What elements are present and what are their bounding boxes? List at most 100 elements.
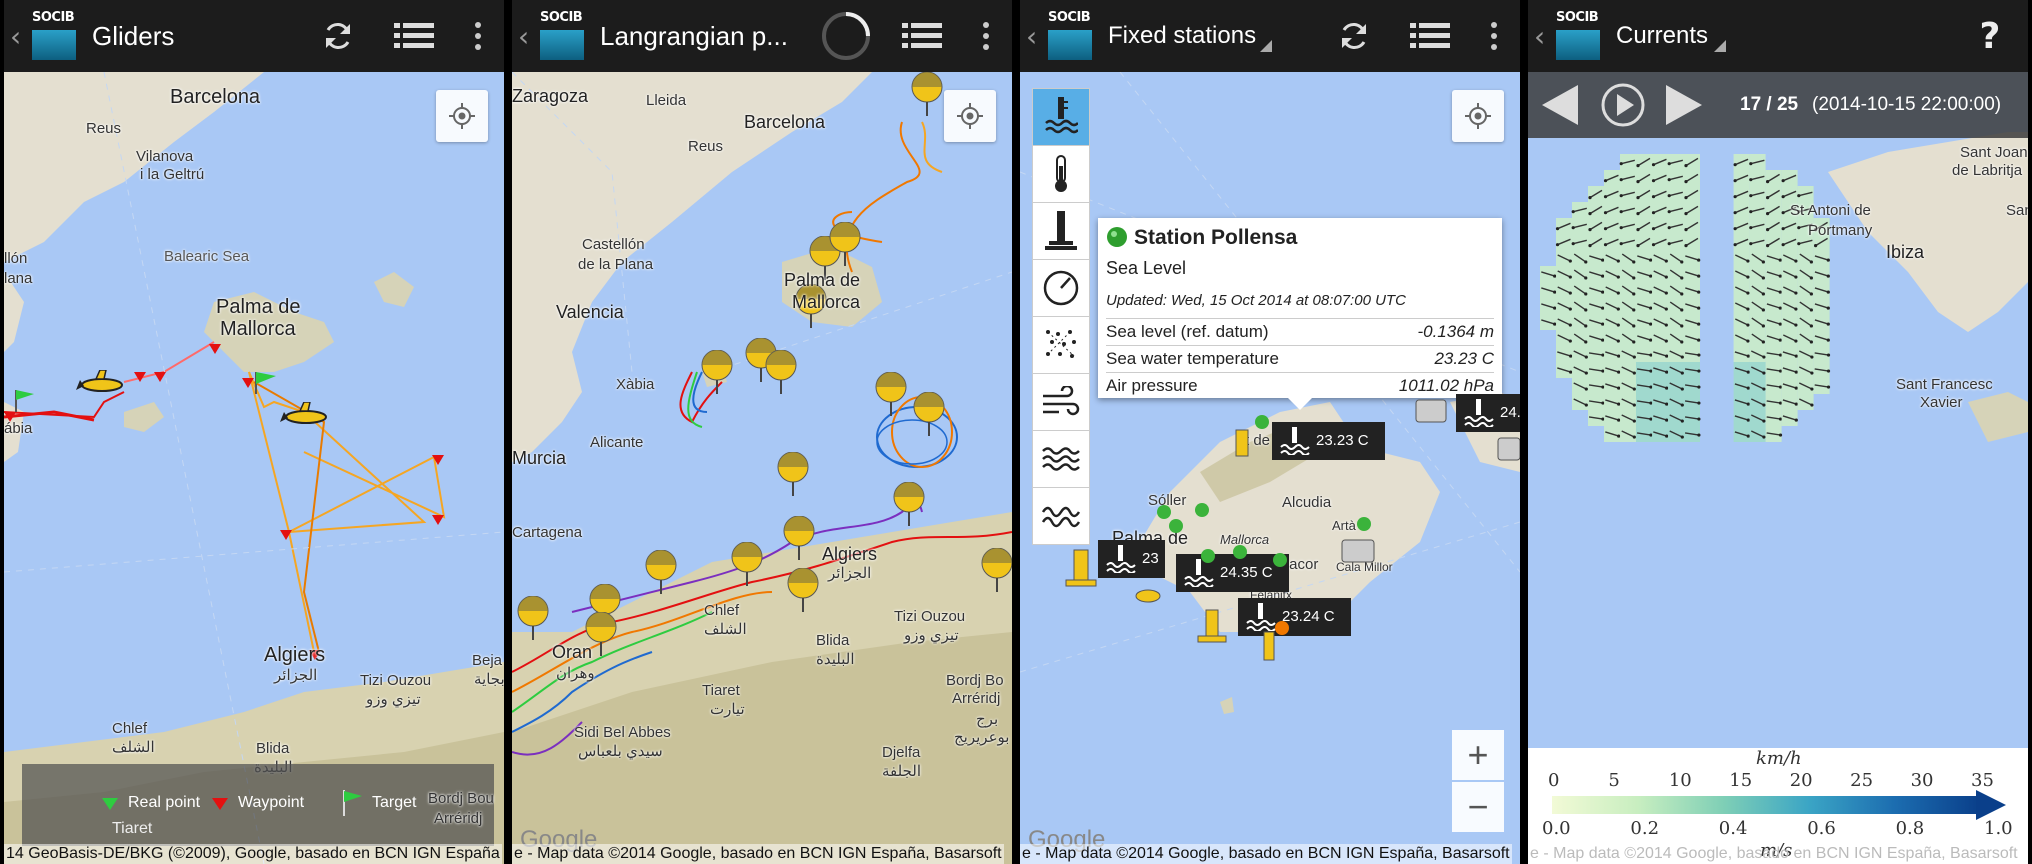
current-arrow-head xyxy=(1809,260,1813,264)
city-label: St Antoni de xyxy=(1790,202,1871,219)
drifter-marker[interactable] xyxy=(700,349,734,399)
drifter-marker[interactable] xyxy=(730,541,764,591)
screen-title[interactable]: Fixed stations xyxy=(1108,22,1256,50)
temperature-label[interactable]: 24. xyxy=(1456,394,1520,432)
drifter-marker[interactable] xyxy=(912,391,946,441)
current-arrow-head xyxy=(1601,306,1605,310)
current-arrow-head xyxy=(1664,291,1668,295)
socib-logo[interactable]: SOCIB xyxy=(538,8,590,64)
refresh-icon[interactable] xyxy=(1316,0,1392,72)
drifter-marker[interactable] xyxy=(786,567,820,617)
colorbar-tick-ms: 0.8 xyxy=(1895,818,1925,839)
drifter-marker[interactable] xyxy=(764,349,798,399)
help-icon[interactable]: ? xyxy=(1952,0,2028,72)
list-icon[interactable] xyxy=(884,0,960,72)
back-chevron-icon[interactable]: ‹ xyxy=(1026,20,1042,53)
previous-frame-icon[interactable] xyxy=(1542,85,1578,125)
map-view[interactable]: Station Pollensa Sea Level Updated: Wed,… xyxy=(1020,72,1520,864)
sea-state-layer-button[interactable] xyxy=(1033,488,1089,544)
drifter-marker[interactable] xyxy=(874,371,908,421)
current-arrow-head xyxy=(1588,196,1592,200)
glider-marker[interactable] xyxy=(280,401,332,437)
pressure-layer-button[interactable] xyxy=(1033,260,1089,317)
zoom-in-button[interactable]: + xyxy=(1452,730,1504,780)
map-view[interactable]: Sant Joan de Labritja St Antoni de Portm… xyxy=(1528,72,2028,864)
current-arrow-head xyxy=(1762,419,1766,423)
map-view[interactable]: Barcelona Reus Vilanova i la Geltrú Bale… xyxy=(4,72,504,864)
current-arrow-head xyxy=(1749,210,1753,214)
grid-layer-button[interactable] xyxy=(1033,317,1089,374)
current-arrow-head xyxy=(1616,291,1620,295)
zoom-out-button[interactable]: − xyxy=(1452,782,1504,832)
temperature-label[interactable]: 23.23 C xyxy=(1272,422,1385,460)
colorbar-tick-kmh: 35 xyxy=(1971,770,1994,791)
temperature-layer-button[interactable] xyxy=(1033,146,1089,203)
socib-logo[interactable]: SOCIB xyxy=(1554,8,1606,64)
city-label: Lleida xyxy=(646,92,687,109)
current-arrow-head xyxy=(1766,196,1770,200)
city-label: Tiaret xyxy=(112,820,153,837)
station-popup[interactable]: Station Pollensa Sea Level Updated: Wed,… xyxy=(1098,218,1502,410)
play-icon[interactable] xyxy=(1600,82,1646,128)
temperature-label[interactable]: 23.24 C xyxy=(1238,598,1351,636)
city-label: Tiaret xyxy=(702,682,740,699)
city-label: Arréridj xyxy=(952,690,1001,707)
sea-level-layer-button[interactable] xyxy=(1033,89,1089,146)
current-vector-field xyxy=(1540,154,1831,442)
back-chevron-icon[interactable]: ‹ xyxy=(10,20,26,53)
current-arrow-head xyxy=(1794,354,1798,358)
action-bar: ‹ SOCIB Gliders xyxy=(4,0,504,72)
current-arrow-head xyxy=(1680,419,1684,423)
popup-pointer xyxy=(1288,398,1312,410)
back-chevron-icon[interactable]: ‹ xyxy=(518,20,534,53)
current-arrow-head xyxy=(1697,322,1701,326)
frame-counter: 17 / 25 xyxy=(1740,94,1799,115)
drifter-marker[interactable] xyxy=(980,547,1012,597)
current-arrow-head xyxy=(1826,306,1830,310)
drifter-marker[interactable] xyxy=(892,481,926,531)
glider-marker[interactable] xyxy=(76,369,128,405)
drifter-marker[interactable] xyxy=(828,221,862,271)
drifter-marker[interactable] xyxy=(776,451,810,501)
overflow-menu-icon[interactable] xyxy=(452,0,504,72)
current-arrow-head xyxy=(1649,274,1653,278)
current-arrow-head xyxy=(1619,178,1623,182)
current-arrow-head xyxy=(1781,227,1785,231)
current-arrow-head xyxy=(1733,179,1737,183)
back-chevron-icon[interactable]: ‹ xyxy=(1534,20,1550,53)
current-arrow-head xyxy=(1616,275,1620,279)
city-label: Alcudia xyxy=(1282,494,1332,511)
temperature-label[interactable]: 23 xyxy=(1098,540,1165,578)
current-arrow-head xyxy=(1826,353,1831,357)
list-icon[interactable] xyxy=(1392,0,1468,72)
temperature-label[interactable]: 24.35 C xyxy=(1176,554,1289,592)
socib-logo[interactable]: SOCIB xyxy=(1046,8,1098,64)
drifter-marker[interactable] xyxy=(516,595,550,645)
city-label: Barcelona xyxy=(744,112,826,132)
current-arrow-head xyxy=(1588,244,1592,248)
my-location-button[interactable] xyxy=(944,90,996,142)
current-arrow-head xyxy=(1632,419,1636,423)
list-icon[interactable] xyxy=(376,0,452,72)
overflow-menu-icon[interactable] xyxy=(1468,0,1520,72)
screen-title[interactable]: Currents xyxy=(1616,22,1708,50)
drifter-marker[interactable] xyxy=(644,549,678,599)
wind-layer-button[interactable] xyxy=(1033,374,1089,431)
current-arrow-head xyxy=(1684,212,1688,216)
map-view[interactable]: Zaragoza Lleida Barcelona Reus Castellón… xyxy=(512,71,1012,864)
status-dot-icon xyxy=(1107,227,1127,247)
waves-layer-button[interactable] xyxy=(1033,431,1089,488)
current-arrow-head xyxy=(1794,291,1798,295)
socib-logo[interactable]: SOCIB xyxy=(30,8,82,64)
current-arrow-head xyxy=(1636,180,1640,184)
drifter-marker[interactable] xyxy=(910,71,944,121)
overflow-menu-icon[interactable] xyxy=(960,0,1012,72)
current-arrow-head xyxy=(1733,243,1737,247)
tide-gauge-layer-button[interactable] xyxy=(1033,203,1089,260)
refresh-icon[interactable] xyxy=(300,0,376,72)
drifter-marker[interactable] xyxy=(782,515,816,565)
next-frame-icon[interactable] xyxy=(1666,85,1702,125)
my-location-button[interactable] xyxy=(1452,90,1504,142)
current-arrow-head xyxy=(1617,402,1621,406)
my-location-button[interactable] xyxy=(436,90,488,142)
